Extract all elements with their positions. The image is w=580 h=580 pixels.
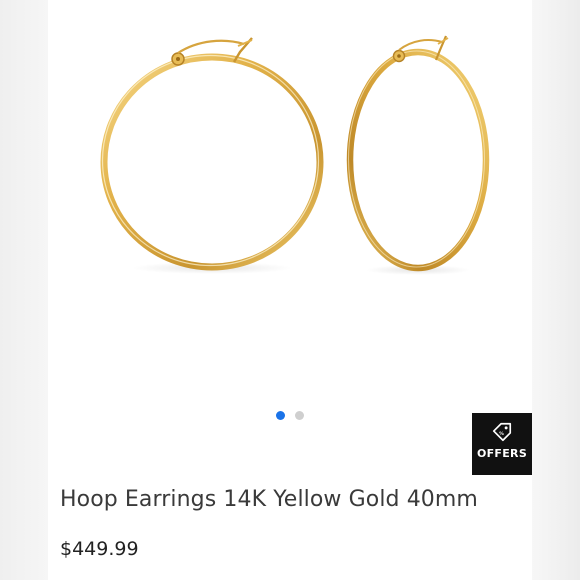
page-backdrop-right [532,0,580,580]
left-hoop-earring [100,37,324,271]
offers-label: OFFERS [476,447,528,460]
product-image-gallery[interactable] [48,0,532,400]
gallery-dot-2[interactable] [295,411,304,420]
product-card: % OFFERS Hoop Earrings 14K Yellow Gold 4… [48,0,532,580]
price-tag-icon: % [492,422,512,442]
gallery-pagination [48,411,532,420]
gallery-dot-1[interactable] [276,411,285,420]
svg-text:%: % [499,431,504,437]
gold-hoop-earrings-image [100,35,490,275]
offers-button[interactable]: % OFFERS [472,413,532,475]
right-hoop-earring [346,35,490,272]
page-backdrop-left [0,0,48,580]
product-price: $449.99 [60,538,139,560]
product-title: Hoop Earrings 14K Yellow Gold 40mm [60,487,478,512]
